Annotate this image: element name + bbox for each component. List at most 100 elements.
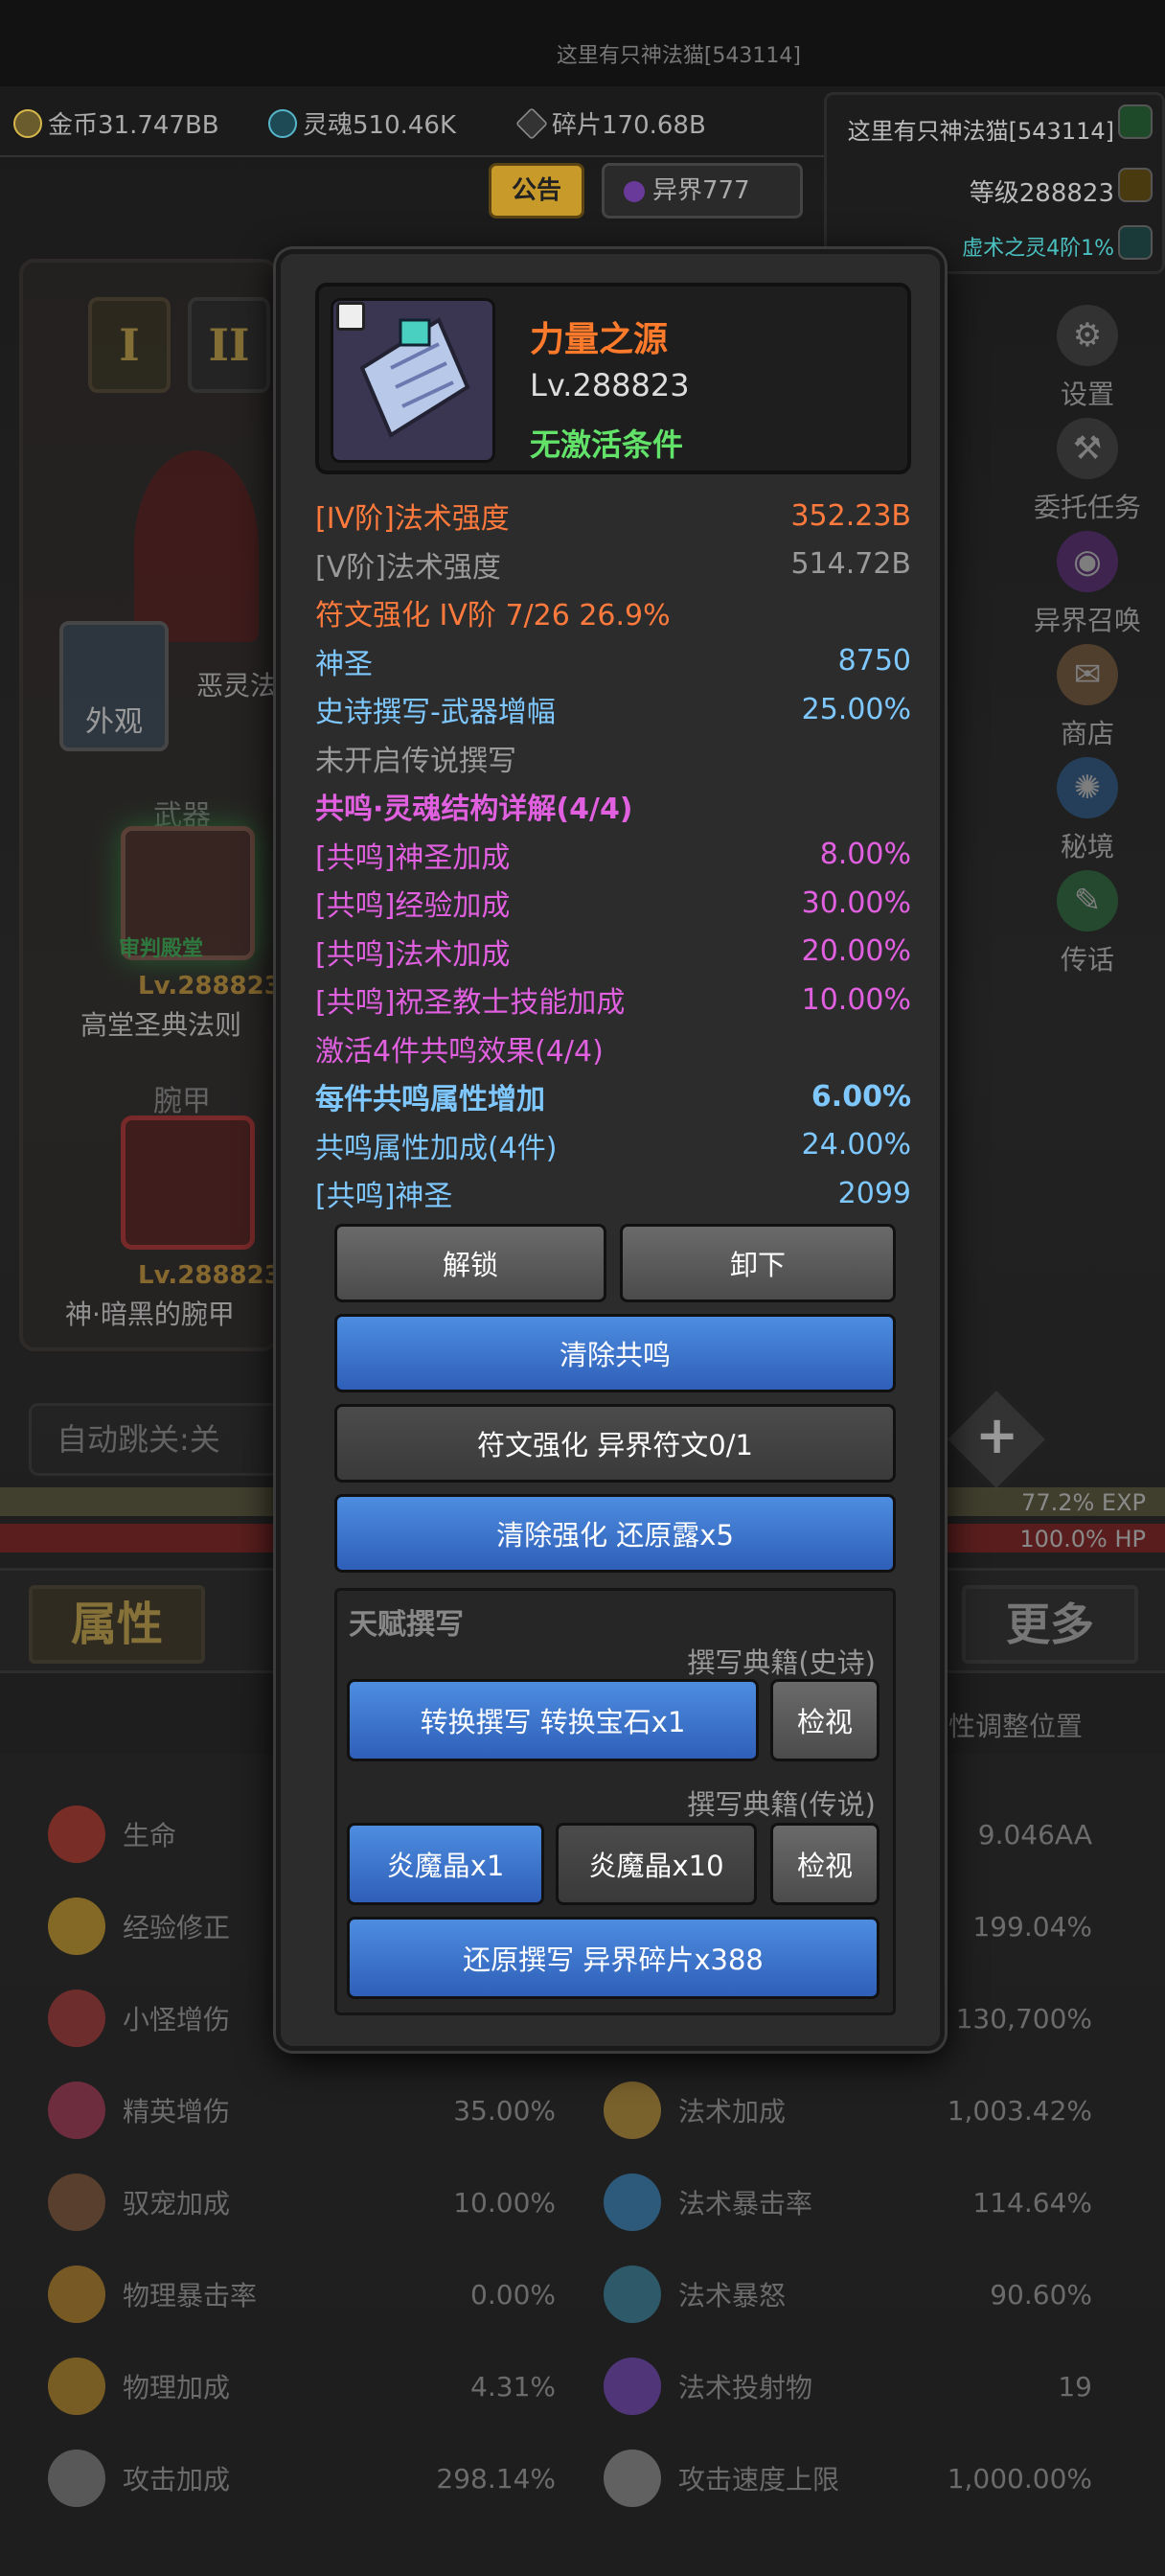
crystal-x1-button[interactable]: 炎魔晶x1 <box>347 1823 544 1905</box>
tab-more[interactable]: 更多 <box>962 1585 1138 1664</box>
portal-icon: ✺ <box>1057 757 1118 818</box>
convert-button[interactable]: 转换撰写 转换宝石x1 <box>347 1679 759 1761</box>
stat-row: 法术加成 1,003.42% <box>594 2064 1092 2156</box>
swirl-icon <box>1118 225 1153 260</box>
plus-icon: + <box>975 1405 1019 1465</box>
attribute-label: [V阶]法术强度 <box>315 550 501 585</box>
rune-enhance-button[interactable]: 符文强化 异界符文0/1 <box>334 1404 896 1483</box>
lock-icon[interactable] <box>336 302 365 331</box>
item-detail-modal: 力量之源 Lv.288823 无激活条件 [IV阶]法术强度 352.23B [V阶… <box>276 249 945 2051</box>
autoskip-toggle[interactable]: 自动跳关:关 <box>29 1403 280 1476</box>
attribute-row: 史诗撰写-武器增幅 25.00% <box>315 685 911 734</box>
tab-attributes[interactable]: 属性 <box>29 1585 205 1664</box>
attribute-label: 符文强化 IV阶 7/26 26.9% <box>315 599 671 633</box>
clear-enhance-button[interactable]: 清除强化 还原露x5 <box>334 1494 896 1573</box>
speed-icon <box>604 2450 661 2507</box>
attribute-label: 史诗撰写-武器增幅 <box>315 696 556 730</box>
attribute-row: [IV阶]法术强度 352.23B <box>315 492 911 540</box>
attribute-label: [共鸣]法术加成 <box>315 937 511 972</box>
stat-row: 攻击加成 298.14% <box>38 2432 556 2524</box>
swords-icon <box>48 2450 105 2507</box>
summon-icon: ◉ <box>1057 531 1118 592</box>
unequip-button[interactable]: 卸下 <box>620 1224 896 1302</box>
attribute-label: 神圣 <box>315 647 373 681</box>
currency-soul: 灵魂510.46K <box>268 105 456 141</box>
restore-button[interactable]: 还原撰写 异界碎片x388 <box>347 1917 879 1999</box>
armor-slot[interactable] <box>121 1116 255 1250</box>
character-portrait <box>134 450 259 642</box>
heart-icon <box>48 1806 105 1863</box>
demon-icon <box>48 1990 105 2047</box>
stat-row: 驭宠加成 10.00% <box>38 2156 556 2248</box>
menu-quests[interactable]: ⚒ 委托任务 <box>1025 418 1150 533</box>
shard-icon <box>515 106 548 140</box>
stat-row: 攻击速度上限 1,000.00% <box>594 2432 1092 2524</box>
armor-name: 神·暗黑的腕甲 <box>65 1299 235 1330</box>
tab-one[interactable]: I <box>88 297 171 393</box>
attribute-row: [共鸣]神圣加成 8.00% <box>315 831 911 880</box>
attribute-value: 8.00% <box>819 838 911 872</box>
crit-icon <box>48 2266 105 2323</box>
leaf-icon <box>1118 104 1153 139</box>
magic-crit-icon <box>604 2174 661 2231</box>
menu-settings[interactable]: ⚙ 设置 <box>1025 305 1150 420</box>
magic-rage-icon <box>604 2266 661 2323</box>
view-epic-button[interactable]: 检视 <box>770 1679 879 1761</box>
talent-section: 天赋撰写 撰写典籍(史诗) 转换撰写 转换宝石x1 检视 撰写典籍(传说) 炎魔… <box>334 1588 896 2015</box>
attribute-row: 激活4件共鸣效果(4/4) <box>315 1024 911 1073</box>
tab-two[interactable]: II <box>188 297 270 393</box>
attribute-label: [共鸣]经验加成 <box>315 889 511 924</box>
attribute-value: 514.72B <box>790 547 911 582</box>
unlock-button[interactable]: 解锁 <box>334 1224 606 1302</box>
attribute-label: [共鸣]祝圣教士技能加成 <box>315 986 626 1021</box>
attribute-value: 2099 <box>837 1176 911 1210</box>
attribute-row: [共鸣]祝圣教士技能加成 10.00% <box>315 976 911 1024</box>
attribute-row: [V阶]法术强度 514.72B <box>315 540 911 589</box>
attribute-row: 共鸣属性加成(4件) 24.00% <box>315 1121 911 1170</box>
player-panel[interactable]: 这里有只神法猫[543114] 等级288823 虚术之灵4阶1% <box>824 92 1165 274</box>
item-condition: 无激活条件 <box>530 426 684 463</box>
weapon-level: Lv.288823 <box>138 972 282 1000</box>
appearance-button[interactable]: 外观 <box>59 621 169 751</box>
player-realm: 虚术之灵4阶1% <box>962 237 1114 261</box>
attribute-row: 未开启传说撰写 <box>315 734 911 783</box>
clear-resonance-button[interactable]: 清除共鸣 <box>334 1314 896 1392</box>
item-title: 力量之源 <box>530 320 669 359</box>
attribute-label: 未开启传说撰写 <box>315 744 516 778</box>
view-legend-button[interactable]: 检视 <box>770 1823 879 1905</box>
menu-message[interactable]: ✎ 传话 <box>1025 870 1150 985</box>
attribute-row: [共鸣]经验加成 30.00% <box>315 879 911 928</box>
adjust-hint: 性调整位置 <box>948 1711 1084 1742</box>
stat-row: 物理暴击率 0.00% <box>38 2248 556 2340</box>
weapon-tag: 审判殿堂 <box>119 937 204 961</box>
hammer-icon: ⚒ <box>1057 418 1118 479</box>
currency-shard: 碎片170.68B <box>515 105 706 141</box>
weapon-name: 高堂圣典法则 <box>80 1009 242 1041</box>
projectile-icon <box>604 2358 661 2415</box>
soul-icon <box>268 108 297 138</box>
crown-icon <box>1118 168 1153 202</box>
player-name: 这里有只神法猫[543114] <box>847 118 1114 145</box>
attribute-value: 24.00% <box>801 1128 911 1162</box>
attribute-value: 20.00% <box>801 934 911 969</box>
stat-row: 物理加成 4.31% <box>38 2340 556 2432</box>
helmet-icon <box>48 2082 105 2139</box>
menu-summon[interactable]: ◉ 异界召唤 <box>1025 531 1150 646</box>
sword-icon <box>48 2358 105 2415</box>
stat-row: 法术投射物 19 <box>594 2340 1092 2432</box>
portal-icon <box>624 180 645 202</box>
horn-icon: ✎ <box>1057 870 1118 932</box>
right-menu: ⚙ 设置 ⚒ 委托任务 ◉ 异界召唤 ✉ 商店 ✺ 秘境 ✎ 传话 <box>1025 305 1150 985</box>
crystal-x10-button[interactable]: 炎魔晶x10 <box>556 1823 757 1905</box>
attribute-label: 激活4件共鸣效果(4/4) <box>315 1034 604 1069</box>
menu-shop[interactable]: ✉ 商店 <box>1025 644 1150 759</box>
armor-header: 腕甲 <box>153 1085 211 1118</box>
gear-icon: ⚙ <box>1057 305 1118 366</box>
attribute-label: [共鸣]神圣 <box>315 1180 453 1214</box>
notice-button[interactable]: 公告 <box>489 163 584 218</box>
item-attributes: [IV阶]法术强度 352.23B [V阶]法术强度 514.72B 符文强化 IV阶 … <box>315 492 911 1218</box>
otherworld-button[interactable]: 异界777 <box>602 163 803 218</box>
talent-title: 天赋撰写 <box>349 1608 464 1642</box>
menu-dungeon[interactable]: ✺ 秘境 <box>1025 757 1150 872</box>
epic-header: 撰写典籍(史诗) <box>687 1646 876 1679</box>
